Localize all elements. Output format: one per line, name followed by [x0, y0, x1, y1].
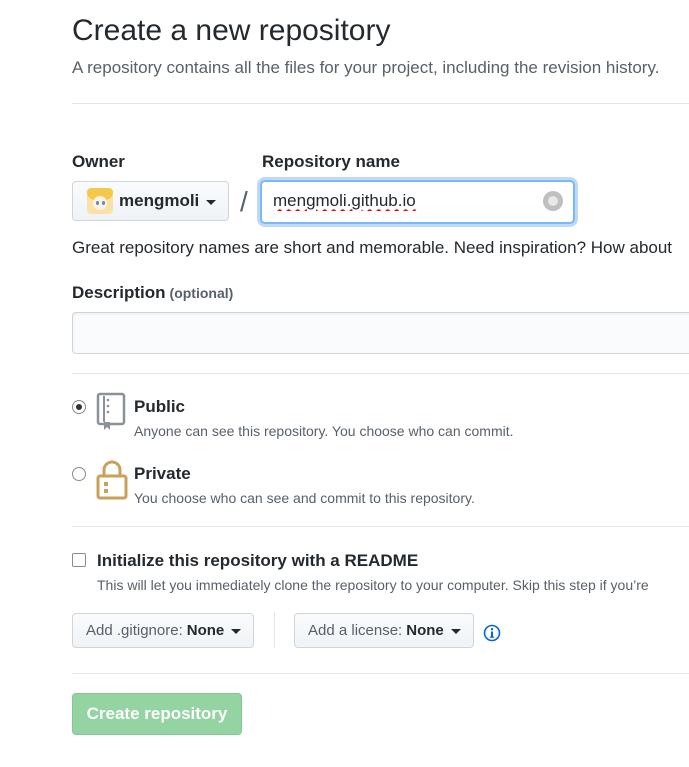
description-label: Description (optional) — [72, 283, 233, 303]
public-description: Anyone can see this repository. You choo… — [134, 423, 514, 439]
repository-name-hint: Great repository names are short and mem… — [72, 238, 673, 257]
chevron-down-icon — [231, 629, 242, 634]
divider — [72, 526, 689, 527]
public-title: Public — [134, 397, 186, 416]
private-title: Private — [134, 464, 191, 483]
info-icon[interactable] — [483, 624, 501, 642]
gitignore-label: Add .gitignore: — [86, 622, 183, 639]
init-readme-title: Initialize this repository with a README — [97, 551, 419, 570]
private-radio[interactable] — [72, 467, 86, 481]
owner-repo-separator: / — [240, 186, 248, 217]
optional-tag: (optional) — [169, 285, 234, 301]
repo-book-icon — [96, 392, 126, 430]
chevron-down-icon — [450, 629, 461, 634]
description-label-text: Description — [72, 283, 166, 302]
divider — [72, 103, 689, 104]
description-input[interactable] — [72, 312, 689, 354]
init-readme-description: This will let you immediately clone the … — [97, 577, 649, 593]
chevron-down-icon — [206, 199, 217, 205]
private-description: You choose who can see and commit to thi… — [134, 490, 475, 506]
divider — [72, 673, 689, 674]
page-subtitle: A repository contains all the files for … — [72, 58, 660, 77]
license-select[interactable]: Add a license: None — [294, 613, 474, 648]
owner-dropdown[interactable]: mengmoli — [72, 181, 229, 221]
owner-name: mengmoli — [119, 191, 200, 210]
repository-name-input[interactable] — [273, 191, 533, 211]
divider — [274, 612, 275, 648]
create-repository-button[interactable]: Create repository — [72, 693, 242, 735]
license-label: Add a license: — [308, 622, 403, 639]
avatar — [87, 188, 113, 214]
gitignore-select[interactable]: Add .gitignore: None — [72, 613, 255, 648]
repository-name-label: Repository name — [262, 152, 400, 171]
divider — [72, 373, 689, 374]
license-value: None — [406, 622, 444, 639]
init-readme-checkbox[interactable] — [72, 553, 86, 567]
gitignore-value: None — [186, 622, 225, 639]
owner-label: Owner — [72, 152, 125, 171]
public-radio[interactable] — [72, 400, 86, 414]
password-manager-icon[interactable] — [543, 191, 563, 211]
page-title: Create a new repository — [72, 14, 391, 47]
lock-icon — [96, 460, 128, 500]
repository-name-field[interactable] — [260, 180, 575, 224]
